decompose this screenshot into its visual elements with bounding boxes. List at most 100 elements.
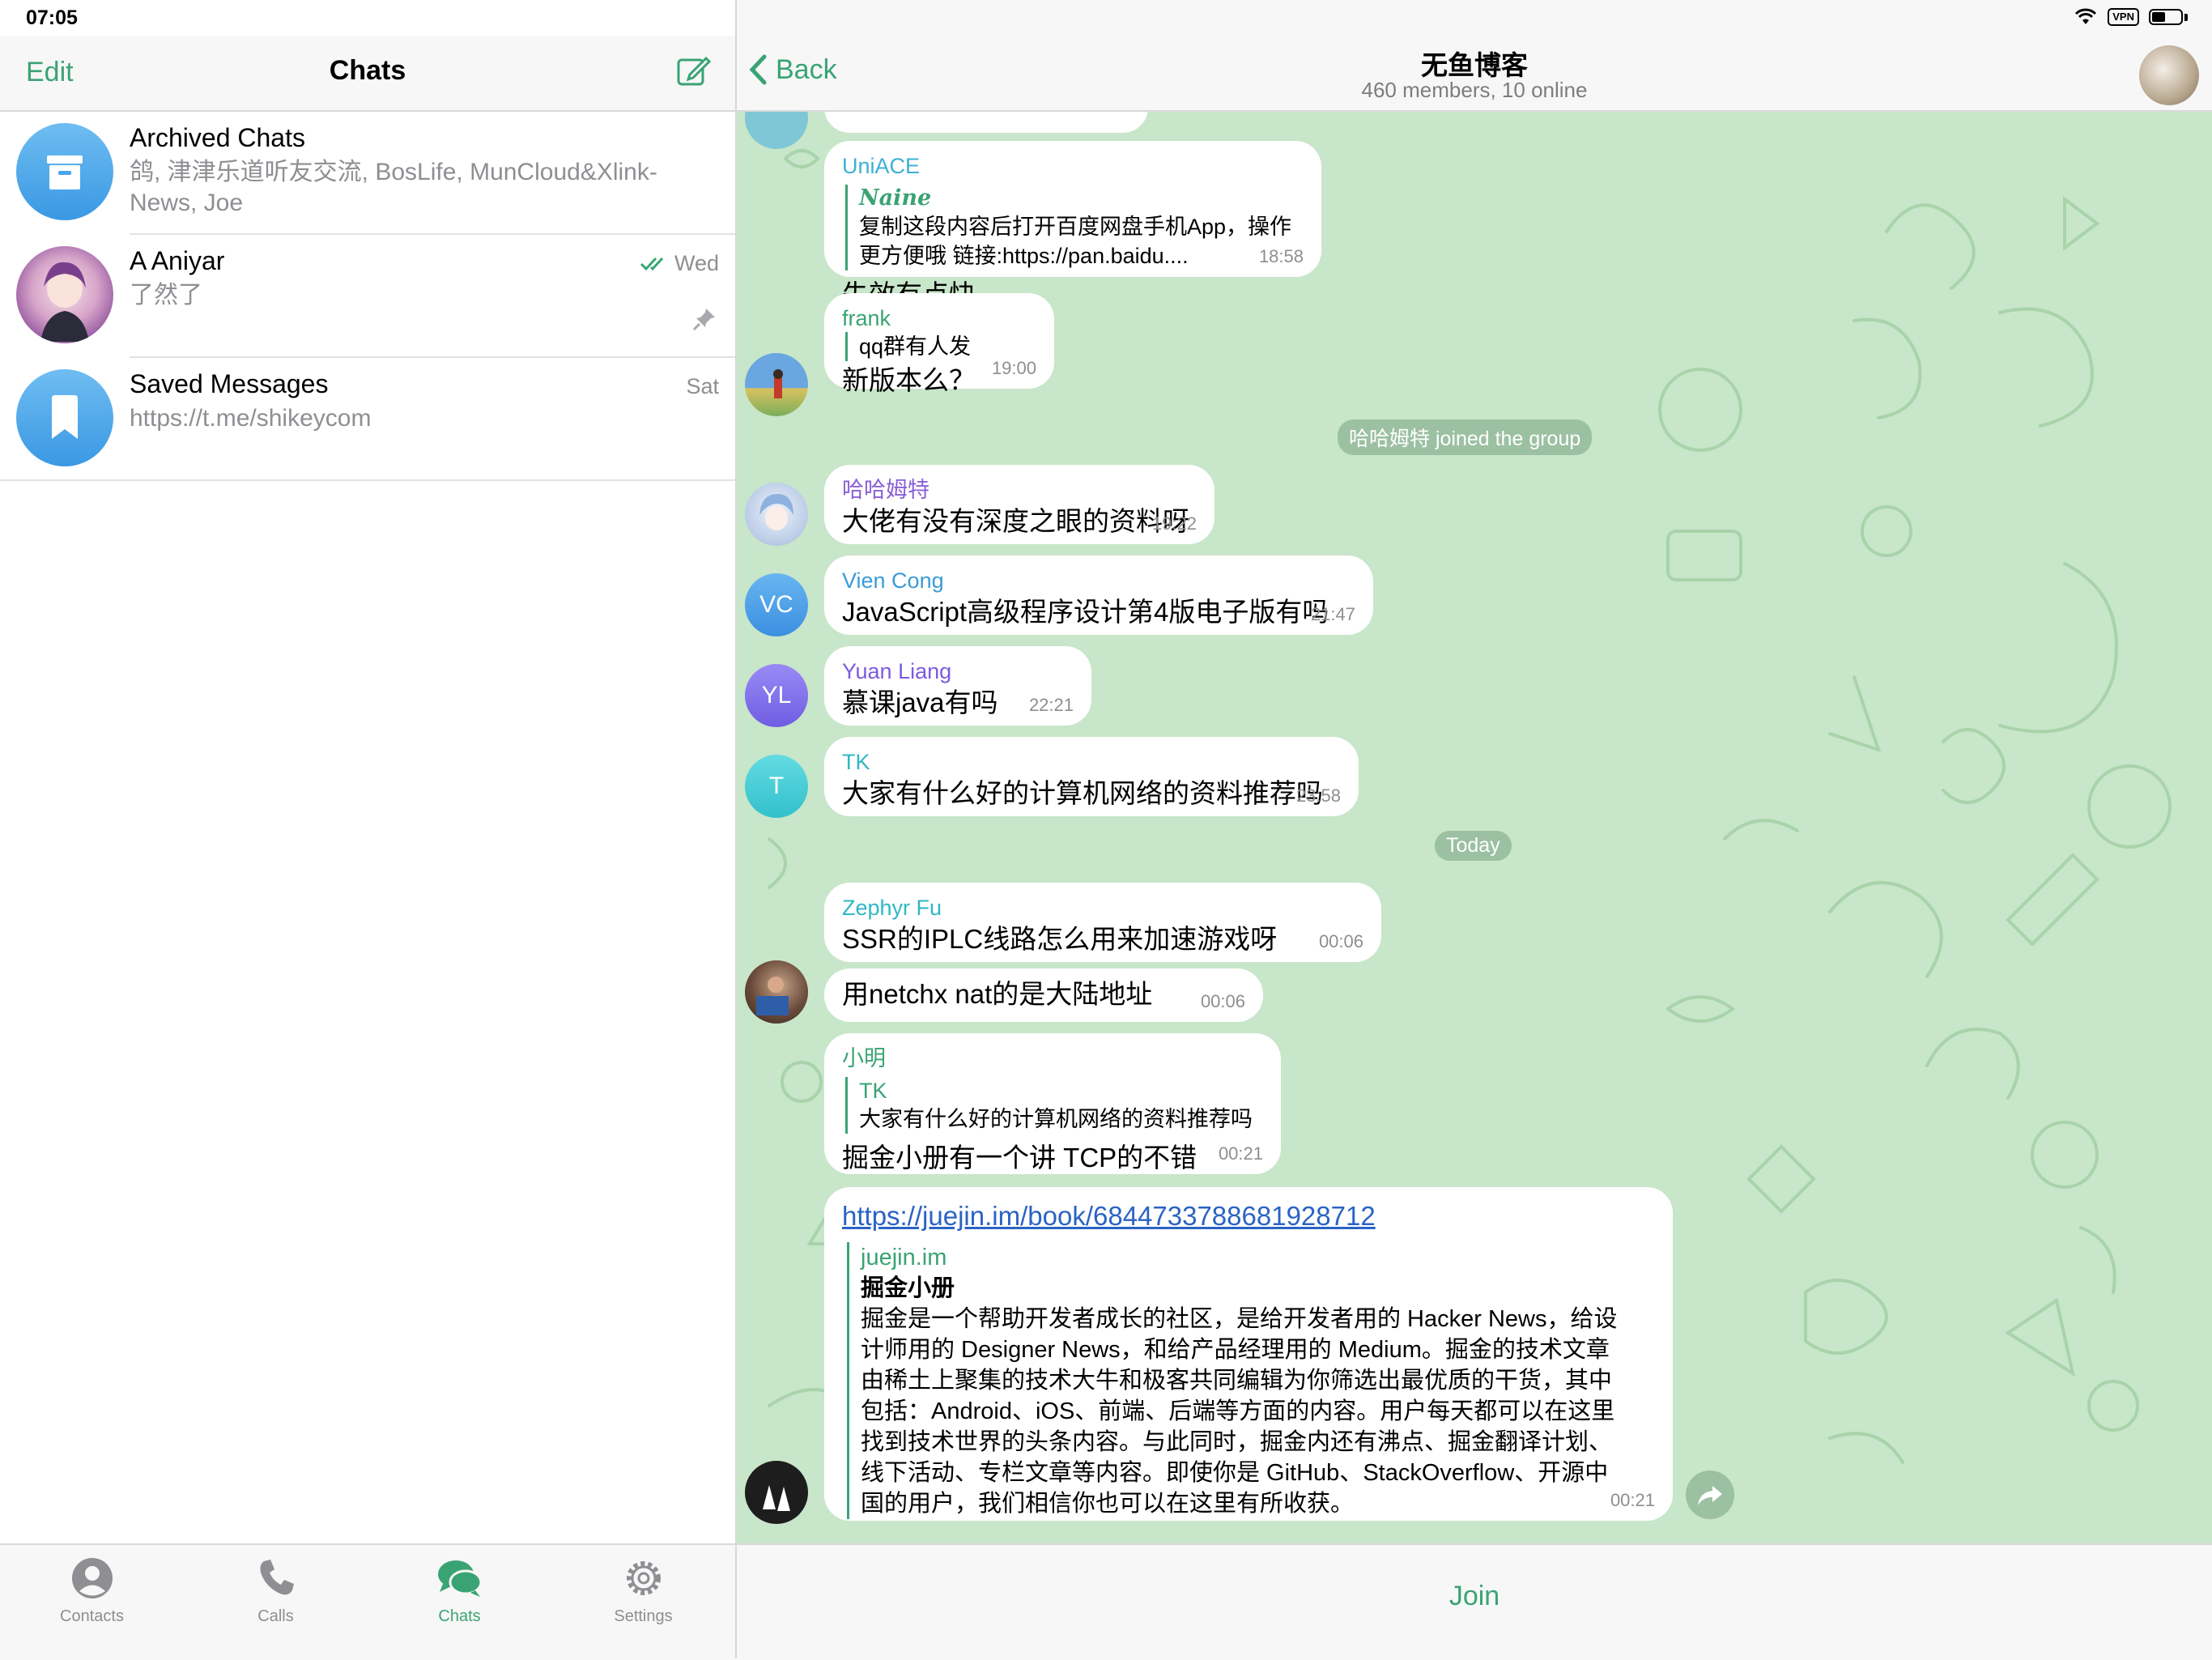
conversation-pane: Back 无鱼博客 460 members, 10 online UniACE …: [737, 0, 2212, 1660]
reply-text: qq群有人发: [859, 334, 972, 359]
reply-quote[interactable]: Naine 复制这段内容后打开百度网盘手机App，操作更方便哦 链接:https…: [845, 185, 1304, 270]
message-time: 21:47: [1310, 604, 1355, 624]
chat-row-aniyar[interactable]: A Aniyar 了然了 Wed: [0, 235, 735, 358]
kid-avatar-image: [773, 369, 783, 398]
group-subtitle: 460 members, 10 online: [1361, 78, 1588, 102]
date-separator: Today: [1435, 831, 1512, 861]
message-bubble[interactable]: 用netchx nat的是大陆地址 00:06: [824, 968, 1263, 1022]
message-sender: Yuan Liang: [842, 659, 952, 683]
chat-row-archived[interactable]: Archived Chats 鸽, 津津乐道听友交流, BosLife, Mun…: [0, 112, 735, 235]
link-preview[interactable]: juejin.im 掘金小册 掘金是一个帮助开发者成长的社区，是给开发者用的 H…: [847, 1242, 1655, 1519]
tab-settings[interactable]: Settings: [551, 1545, 735, 1660]
message-bubble[interactable]: frank qq群有人发 新版本么？ 19:00: [824, 293, 1054, 395]
tab-calls[interactable]: Calls: [184, 1545, 368, 1660]
share-button[interactable]: [1686, 1471, 1734, 1519]
bookmark-icon: [52, 395, 78, 439]
chat-preview: 鸽, 津津乐道听友交流, BosLife, MunCloud&Xlink-New…: [130, 159, 657, 216]
message-time: 00:06: [1318, 931, 1363, 951]
message-bubble[interactable]: [824, 110, 1148, 133]
message-bubble[interactable]: Yuan Liang 慕课java有吗 22:21: [824, 646, 1091, 726]
group-title[interactable]: 无鱼博客: [737, 44, 2212, 83]
chat-name: A Aniyar: [130, 246, 225, 275]
chat-list-pane: Edit Chats Archived Chats 鸽, 津津乐道听友交流, B…: [0, 0, 737, 1660]
battery-cap: [2184, 13, 2188, 21]
chat-row-saved-messages[interactable]: Saved Messages https://t.me/shikeycom Sa…: [0, 358, 735, 481]
status-icons: VPN: [2074, 8, 2188, 26]
link-preview-title: 掘金小册: [861, 1275, 955, 1301]
tab-label: Settings: [614, 1607, 673, 1625]
avatar[interactable]: [745, 1461, 808, 1524]
tab-bar: Contacts Calls Chats Settings: [0, 1543, 735, 1660]
avatar[interactable]: [745, 960, 808, 1024]
reply-quote[interactable]: qq群有人发: [845, 332, 1036, 361]
message-time: 22:21: [1028, 695, 1074, 715]
message-sender: UniACE: [842, 154, 921, 178]
chat-list-header: Edit Chats: [0, 36, 735, 112]
chat-name: Saved Messages: [130, 369, 329, 398]
message-bubble[interactable]: https://juejin.im/book/68447337886819287…: [824, 1187, 1673, 1521]
person-photo-avatar: [756, 977, 789, 1015]
compose-icon[interactable]: [675, 53, 711, 89]
message-sender: 小明: [842, 1046, 886, 1070]
message-sender: Zephyr Fu: [842, 896, 942, 920]
message-time: 23:58: [1295, 785, 1341, 806]
description-line: 国的用户，我们相信你也可以在这里有所收获。: [861, 1491, 1355, 1517]
avatar[interactable]: [745, 353, 808, 416]
message-text: 大家有什么好的计算机网络的资料推荐吗: [842, 778, 1323, 808]
status-time: 07:05: [26, 6, 78, 29]
join-bar: Join: [737, 1543, 2212, 1660]
message-bubble[interactable]: Vien Cong JavaScript高级程序设计第4版电子版有吗 21:47: [824, 555, 1373, 635]
saved-messages-avatar: [16, 369, 113, 466]
reply-text: 复制这段内容后打开百度网盘手机App，操作更方便哦 链接:https://pan…: [859, 215, 1292, 268]
person-icon: [71, 1558, 113, 1598]
message-link[interactable]: https://juejin.im/book/68447337886819287…: [842, 1198, 1655, 1234]
message-text: JavaScript高级程序设计第4版电子版有吗: [842, 597, 1329, 627]
message-time: 19:00: [991, 358, 1036, 378]
group-avatar[interactable]: [2139, 45, 2199, 105]
message-time: 19:22: [1151, 513, 1197, 534]
tab-chats[interactable]: Chats: [368, 1545, 551, 1660]
message-bubble[interactable]: 哈哈姆特 大佬有没有深度之眼的资料呀 19:22: [824, 465, 1214, 544]
avatar[interactable]: VC: [745, 573, 808, 636]
avatar[interactable]: T: [745, 755, 808, 818]
avatar[interactable]: [745, 483, 808, 546]
message-text: 大佬有没有深度之眼的资料呀: [842, 506, 1189, 536]
reply-text: 大家有什么好的计算机网络的资料推荐吗: [859, 1107, 1253, 1131]
description-line: 线下活动、专栏文章等内容。即使你是 GitHub、StackOverflow、开…: [861, 1460, 1609, 1486]
message-sender: 哈哈姆特: [842, 478, 929, 502]
description-line: 包括：Android、iOS、前端、后端等方面的内容。用户每天都可以在这里: [861, 1398, 1615, 1424]
description-line: 由稀土上聚集的技术大牛和极客共同编辑为你筛选出最优质的干货，其中: [861, 1368, 1613, 1394]
reply-quote[interactable]: TK 大家有什么好的计算机网络的资料推荐吗: [845, 1077, 1263, 1134]
reply-sender: TK: [859, 1079, 887, 1103]
double-check-icon: [640, 257, 664, 270]
service-message: 哈哈姆特 joined the group: [1338, 419, 1593, 455]
avatar: [16, 246, 113, 343]
reply-sender: Naine: [859, 185, 932, 211]
tab-label: Contacts: [60, 1607, 124, 1625]
tab-contacts[interactable]: Contacts: [0, 1545, 184, 1660]
message-bubble[interactable]: UniACE Naine 复制这段内容后打开百度网盘手机App，操作更方便哦 链…: [824, 141, 1321, 309]
chat-list-title: Chats: [329, 55, 406, 86]
message-time: 00:06: [1200, 991, 1245, 1011]
message-list[interactable]: UniACE Naine 复制这段内容后打开百度网盘手机App，操作更方便哦 链…: [737, 110, 2212, 1543]
phone-icon: [260, 1560, 294, 1595]
pin-icon: [692, 309, 715, 331]
join-button[interactable]: Join: [737, 1581, 2212, 1612]
avatar[interactable]: YL: [745, 664, 808, 727]
wifi-icon: [2075, 8, 2097, 24]
anime-avatar-image: [40, 262, 89, 342]
tab-label: Chats: [438, 1607, 481, 1625]
tab-label: Calls: [257, 1607, 294, 1625]
archive-avatar: [16, 123, 113, 220]
message-bubble[interactable]: Zephyr Fu SSR的IPLC线路怎么用来加速游戏呀 00:06: [824, 883, 1381, 962]
message-text: 掘金小册有一个讲 TCP的不错: [842, 1143, 1197, 1173]
description-line: 计师用的 Designer News，和给产品经理用的 Medium。掘金的技术…: [861, 1337, 1610, 1363]
chat-preview: 了然了: [130, 282, 202, 309]
chat-bubbles-icon: [437, 1560, 482, 1597]
message-bubble[interactable]: TK 大家有什么好的计算机网络的资料推荐吗 23:58: [824, 737, 1359, 816]
divider: [0, 479, 735, 481]
message-bubble[interactable]: 小明 TK 大家有什么好的计算机网络的资料推荐吗 掘金小册有一个讲 TCP的不错…: [824, 1033, 1281, 1174]
chat-date-label: Sat: [686, 374, 719, 398]
share-arrow-icon: [1698, 1486, 1722, 1505]
anime-avatar-image: [759, 494, 793, 530]
